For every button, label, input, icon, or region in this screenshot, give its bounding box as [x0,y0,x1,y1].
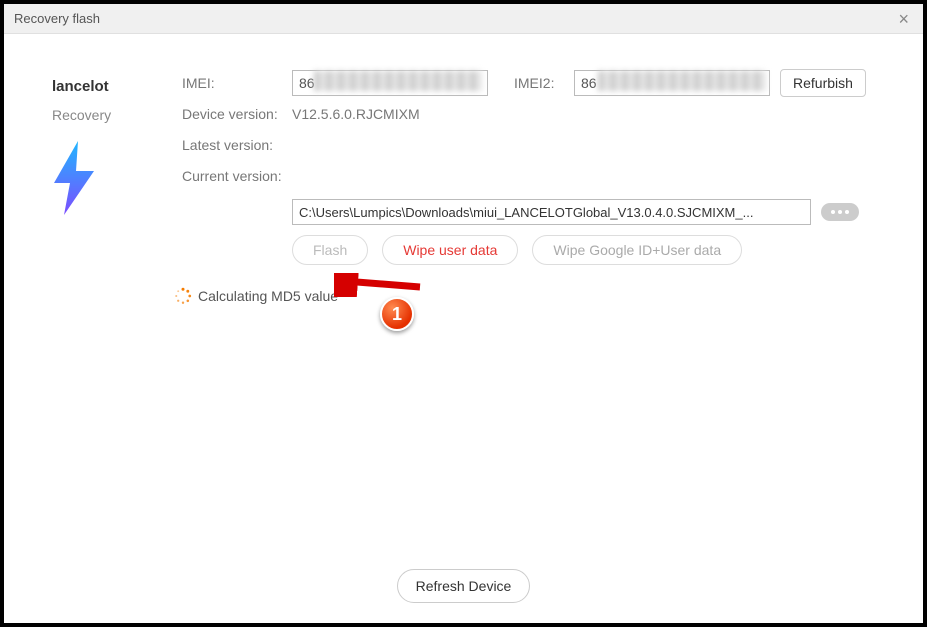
imei-label: IMEI: [182,75,292,91]
flash-button[interactable]: Flash [292,235,368,265]
app-window: Recovery flash × lancelot Recovery IMEI: [0,0,927,627]
status-row: Calculating MD5 value [174,287,895,305]
imei-row: IMEI: IMEI2: Refurbish [182,68,895,98]
wipe-google-id-button[interactable]: Wipe Google ID+User data [532,235,742,265]
status-text: Calculating MD5 value [198,288,338,304]
wipe-user-data-button[interactable]: Wipe user data [382,235,518,265]
refresh-device-button[interactable]: Refresh Device [397,569,531,603]
current-version-row: Current version: [182,161,895,191]
firmware-path-input[interactable] [292,199,811,225]
footer-row: Refresh Device [4,569,923,603]
title-bar: Recovery flash × [4,4,923,34]
dots-icon [838,210,842,214]
current-version-label: Current version: [182,168,292,184]
latest-version-label: Latest version: [182,137,292,153]
device-version-value: V12.5.6.0.RJCMIXM [292,106,420,122]
details-area: IMEI: IMEI2: Refurbish Device version: V… [182,68,895,305]
latest-version-row: Latest version: [182,130,895,160]
device-version-label: Device version: [182,106,292,122]
content-area: lancelot Recovery IMEI: IMEI2: [4,34,923,623]
device-mode: Recovery [52,107,162,123]
dots-icon [831,210,835,214]
device-sidebar: lancelot Recovery [52,78,162,220]
action-buttons-row: Flash Wipe user data Wipe Google ID+User… [292,235,895,265]
window-title: Recovery flash [14,11,100,26]
spinner-icon [174,287,192,305]
device-version-row: Device version: V12.5.6.0.RJCMIXM [182,99,895,129]
imei2-label: IMEI2: [514,75,574,91]
close-icon[interactable]: × [892,10,915,28]
firmware-path-row [292,199,895,225]
imei2-input[interactable] [574,70,770,96]
imei-input[interactable] [292,70,488,96]
device-name: lancelot [52,78,162,95]
refurbish-button[interactable]: Refurbish [780,69,866,97]
browse-button[interactable] [821,203,859,221]
dots-icon [845,210,849,214]
lightning-bolt-icon [48,141,100,215]
